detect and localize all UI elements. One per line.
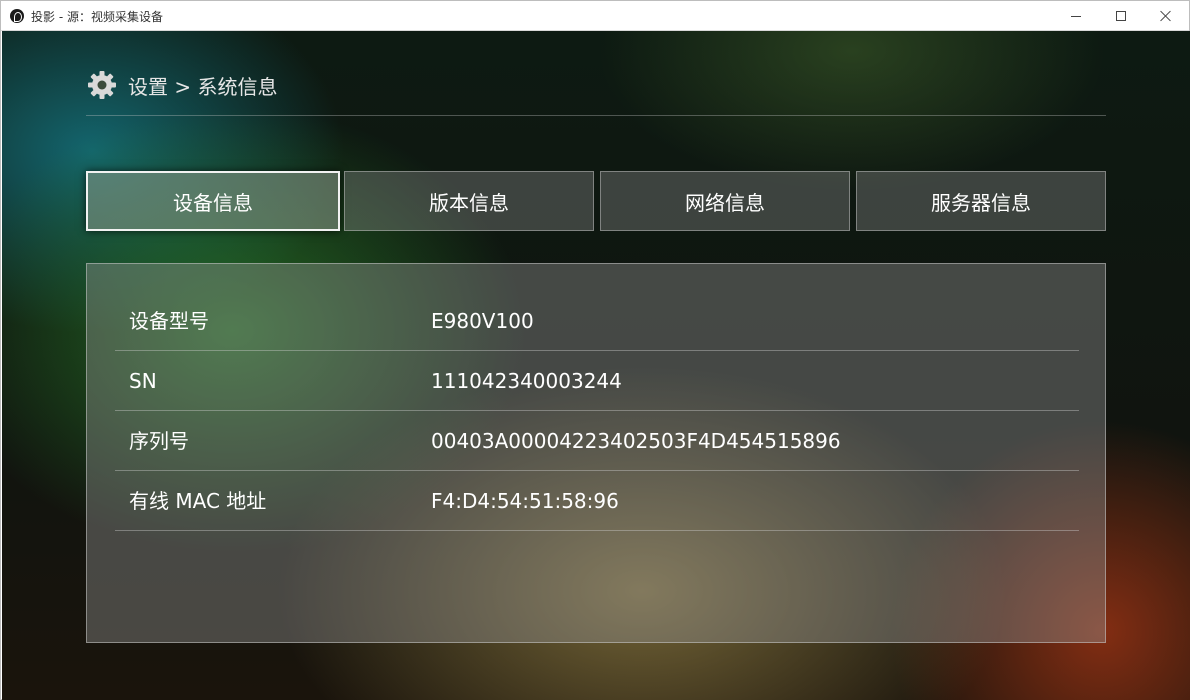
minimize-button[interactable] bbox=[1053, 1, 1099, 31]
info-row-model: 设备型号 E980V100 bbox=[115, 291, 1079, 351]
info-row-sn: SN 111042340003244 bbox=[115, 351, 1079, 411]
device-info-panel: 设备型号 E980V100 SN 111042340003244 序列号 004… bbox=[86, 263, 1106, 643]
tab-label: 设备信息 bbox=[173, 190, 253, 215]
tab-device-info[interactable]: 设备信息 bbox=[86, 171, 340, 231]
maximize-button[interactable] bbox=[1098, 1, 1144, 31]
title-bar[interactable]: 投影 - 源：视频采集设备 bbox=[1, 1, 1189, 31]
info-label: 设备型号 bbox=[129, 309, 209, 333]
breadcrumb-text: 设置 > 系统信息 bbox=[128, 74, 278, 99]
tab-label: 版本信息 bbox=[429, 190, 509, 215]
info-value: 00403A00004223402503F4D454515896 bbox=[431, 429, 841, 453]
tab-network-info[interactable]: 网络信息 bbox=[600, 171, 850, 231]
obs-app-icon bbox=[10, 9, 24, 23]
tab-label: 网络信息 bbox=[685, 190, 765, 215]
projector-window: 投影 - 源：视频采集设备 设置 > 系统信息 设备信息 版本信息 网络信息 服… bbox=[0, 0, 1190, 700]
close-button[interactable] bbox=[1143, 1, 1189, 31]
info-value: F4:D4:54:51:58:96 bbox=[431, 489, 619, 513]
gear-icon bbox=[88, 71, 116, 99]
minimize-icon bbox=[1071, 15, 1081, 17]
info-tabs: 设备信息 版本信息 网络信息 服务器信息 bbox=[86, 171, 1106, 231]
header-divider bbox=[86, 115, 1106, 116]
info-value: E980V100 bbox=[431, 309, 534, 333]
maximize-icon bbox=[1116, 11, 1126, 21]
tab-version-info[interactable]: 版本信息 bbox=[344, 171, 594, 231]
info-label: 有线 MAC 地址 bbox=[129, 489, 267, 513]
projected-screen: 设置 > 系统信息 设备信息 版本信息 网络信息 服务器信息 设备型号 E980… bbox=[2, 31, 1190, 700]
info-label: 序列号 bbox=[129, 429, 189, 453]
info-label: SN bbox=[129, 369, 157, 393]
tab-label: 服务器信息 bbox=[931, 190, 1031, 215]
info-row-mac: 有线 MAC 地址 F4:D4:54:51:58:96 bbox=[115, 471, 1079, 531]
info-row-serial: 序列号 00403A00004223402503F4D454515896 bbox=[115, 411, 1079, 471]
info-value: 111042340003244 bbox=[431, 369, 622, 393]
window-title: 投影 - 源：视频采集设备 bbox=[31, 10, 163, 24]
tab-server-info[interactable]: 服务器信息 bbox=[856, 171, 1106, 231]
breadcrumb: 设置 > 系统信息 bbox=[86, 69, 277, 101]
close-icon bbox=[1160, 10, 1172, 22]
